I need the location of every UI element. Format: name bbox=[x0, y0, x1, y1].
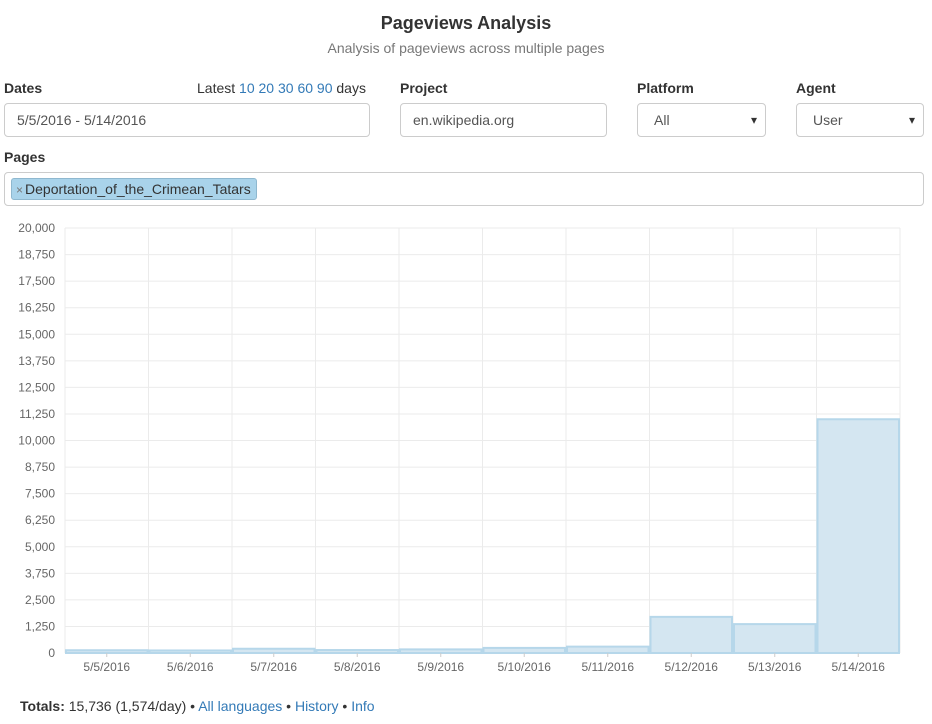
x-tick-label: 5/12/2016 bbox=[665, 660, 719, 674]
x-tick-label: 5/5/2016 bbox=[83, 660, 130, 674]
x-tick-label: 5/14/2016 bbox=[832, 660, 886, 674]
latest-20-link[interactable]: 20 bbox=[259, 80, 275, 96]
separator: • bbox=[286, 698, 292, 714]
bar[interactable] bbox=[315, 649, 399, 654]
pages-label: Pages bbox=[4, 149, 46, 165]
y-tick-label: 17,500 bbox=[18, 274, 55, 288]
x-tick-label: 5/7/2016 bbox=[250, 660, 297, 674]
totals-bar: Totals: 15,736 (1,574/day) • All languag… bbox=[20, 698, 375, 714]
history-link[interactable]: History bbox=[295, 698, 339, 714]
x-tick-label: 5/10/2016 bbox=[498, 660, 552, 674]
separator: • bbox=[342, 698, 348, 714]
x-tick-label: 5/11/2016 bbox=[582, 660, 635, 674]
agent-select[interactable]: User bbox=[796, 103, 924, 137]
x-tick-label: 5/6/2016 bbox=[167, 660, 214, 674]
info-link[interactable]: Info bbox=[351, 698, 374, 714]
bar[interactable] bbox=[399, 648, 483, 655]
x-tick-label: 5/13/2016 bbox=[748, 660, 802, 674]
y-tick-label: 16,250 bbox=[18, 301, 55, 315]
project-input[interactable]: en.wikipedia.org bbox=[400, 103, 607, 137]
y-tick-label: 12,500 bbox=[18, 380, 55, 394]
dates-label: Dates bbox=[4, 80, 43, 96]
bar[interactable] bbox=[148, 649, 232, 655]
y-tick-label: 11,250 bbox=[19, 407, 55, 421]
y-tick-label: 1,250 bbox=[25, 619, 55, 633]
bar[interactable] bbox=[649, 615, 733, 654]
y-tick-label: 13,750 bbox=[18, 354, 55, 368]
all-languages-link[interactable]: All languages bbox=[198, 698, 282, 714]
bar[interactable] bbox=[816, 418, 900, 654]
x-tick-label: 5/9/2016 bbox=[417, 660, 464, 674]
latest-30-link[interactable]: 30 bbox=[278, 80, 294, 96]
page-subtitle: Analysis of pageviews across multiple pa… bbox=[327, 40, 605, 56]
latest-prefix: Latest bbox=[197, 80, 236, 96]
y-tick-label: 18,750 bbox=[18, 248, 55, 262]
remove-tag-icon[interactable]: × bbox=[16, 183, 23, 197]
y-tick-label: 7,500 bbox=[25, 487, 55, 501]
agent-label: Agent bbox=[796, 80, 836, 96]
pages-input[interactable]: × Deportation_of_the_Crimean_Tatars bbox=[4, 172, 924, 206]
bar[interactable] bbox=[566, 645, 650, 654]
y-tick-label: 6,250 bbox=[25, 513, 55, 527]
y-tick-label: 15,000 bbox=[18, 327, 55, 341]
y-tick-label: 20,000 bbox=[18, 221, 55, 235]
page-tag: × Deportation_of_the_Crimean_Tatars bbox=[11, 178, 257, 200]
y-tick-label: 5,000 bbox=[25, 540, 55, 554]
agent-value: User bbox=[813, 112, 843, 128]
y-tick-label: 2,500 bbox=[25, 593, 55, 607]
bar[interactable] bbox=[232, 647, 316, 654]
bar[interactable] bbox=[482, 646, 566, 654]
latest-90-link[interactable]: 90 bbox=[317, 80, 333, 96]
x-tick-label: 5/8/2016 bbox=[334, 660, 381, 674]
bar[interactable] bbox=[65, 649, 149, 654]
totals-value: 15,736 (1,574/day) bbox=[68, 698, 187, 714]
project-label: Project bbox=[400, 80, 448, 96]
platform-select[interactable]: All bbox=[637, 103, 766, 137]
y-tick-label: 3,750 bbox=[25, 566, 55, 580]
separator: • bbox=[190, 698, 196, 714]
y-tick-label: 10,000 bbox=[18, 434, 55, 448]
platform-value: All bbox=[654, 112, 670, 128]
pageviews-chart: 0 1,250 2,500 3,750 5,000 6,250 7,500 8,750 10,0… bbox=[18, 221, 901, 674]
platform-label: Platform bbox=[637, 80, 694, 96]
latest-10-link[interactable]: 10 bbox=[239, 80, 255, 96]
y-tick-label: 8,750 bbox=[25, 460, 55, 474]
page-title: Pageviews Analysis bbox=[380, 13, 552, 33]
latest-days-selector: Latest 10 20 30 60 90 days bbox=[197, 80, 366, 96]
y-tick-label: 0 bbox=[48, 646, 55, 660]
latest-60-link[interactable]: 60 bbox=[297, 80, 313, 96]
date-range-input[interactable]: 5/5/2016 - 5/14/2016 bbox=[4, 103, 370, 137]
bar[interactable] bbox=[733, 623, 817, 655]
totals-label: Totals: bbox=[20, 698, 65, 714]
latest-suffix: days bbox=[336, 80, 366, 96]
page-tag-label: Deportation_of_the_Crimean_Tatars bbox=[25, 181, 251, 197]
